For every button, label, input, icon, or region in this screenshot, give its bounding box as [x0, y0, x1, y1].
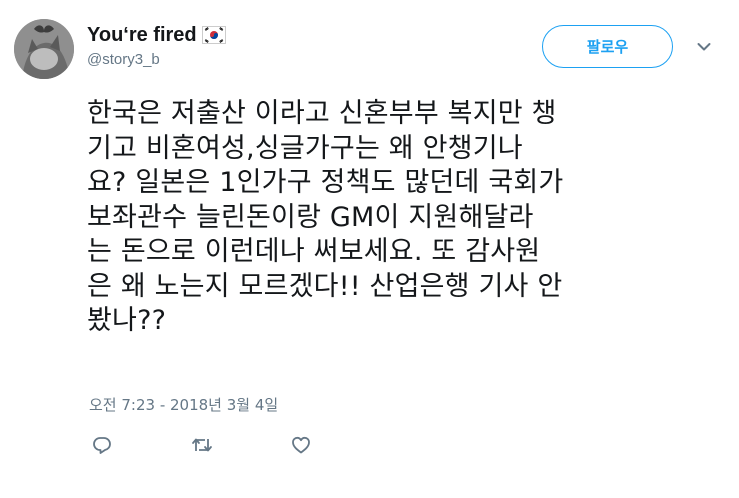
tweet-text: 한국은 저출산 이라고 신혼부부 복지만 챙 기고 비혼여성,싱글가구는 왜 안…: [87, 98, 564, 336]
heart-icon: [292, 436, 310, 454]
tweet-timestamp[interactable]: 오전 7:23 - 2018년 3월 4일: [89, 395, 278, 415]
retweet-icon: [192, 438, 212, 452]
author-display-name[interactable]: You‘re fired: [87, 22, 197, 48]
chevron-down-icon[interactable]: [697, 42, 711, 52]
cat-avatar-icon: [14, 19, 74, 79]
avatar[interactable]: [14, 19, 74, 79]
retweet-button[interactable]: [191, 434, 213, 456]
author-handle[interactable]: @story3_b: [87, 50, 226, 70]
like-button[interactable]: [290, 434, 312, 456]
tweet-header: You‘re fired @story3_b: [87, 22, 226, 70]
reply-button[interactable]: [91, 434, 113, 456]
follow-button[interactable]: 팔로우: [542, 25, 673, 68]
south-korea-flag-icon: [201, 26, 226, 44]
author-name-row[interactable]: You‘re fired: [87, 22, 226, 48]
reply-icon: [93, 437, 111, 454]
